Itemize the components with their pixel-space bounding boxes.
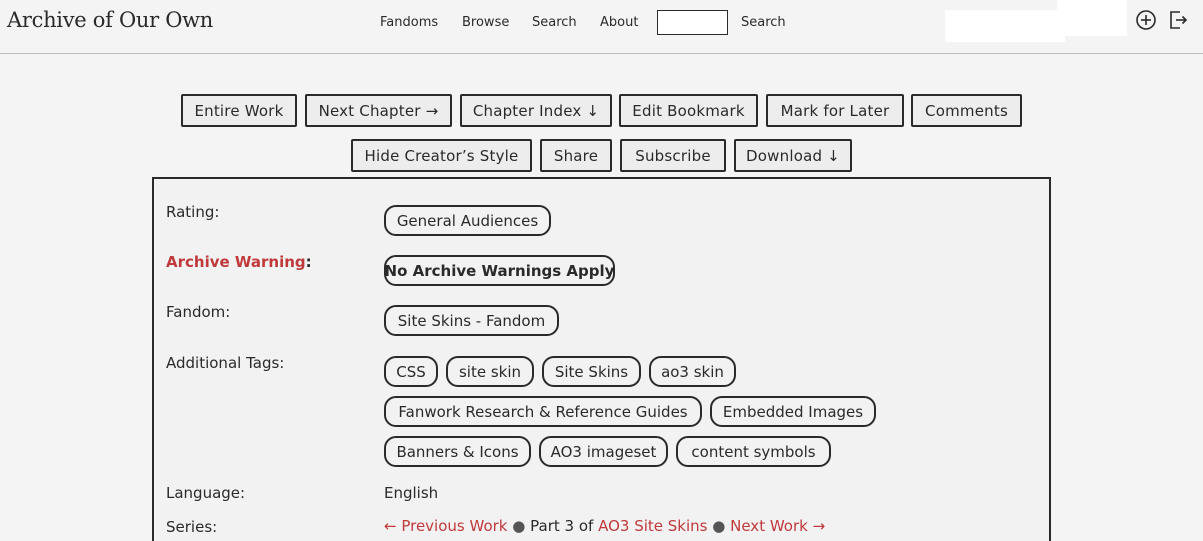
language-value: English [384,484,439,502]
entire-work-button[interactable]: Entire Work [181,94,297,127]
series-separator-2: ● [712,517,726,535]
nav-browse[interactable]: Browse [462,15,509,30]
tag-embedded-images[interactable]: Embedded Images [710,396,876,427]
download-button[interactable]: Download ↓ [734,139,852,172]
chapter-index-button[interactable]: Chapter Index ↓ [460,94,612,127]
archive-warning-label: Archive Warning: [166,253,312,271]
next-work-link[interactable]: Next Work → [730,517,825,535]
site-logo[interactable]: Archive of Our Own [7,8,213,32]
mark-for-later-button[interactable]: Mark for Later [766,94,904,127]
tag-banners-icons[interactable]: Banners & Icons [384,436,531,467]
tag-ao3-imageset[interactable]: AO3 imageset [539,436,668,467]
warning-colon: : [305,253,312,271]
language-label: Language: [166,484,246,502]
hide-creator-style-button[interactable]: Hide Creator’s Style [351,139,532,172]
tag-site-skin[interactable]: site skin [446,356,534,387]
tag-ao3-skin[interactable]: ao3 skin [649,356,736,387]
fandom-tag[interactable]: Site Skins - Fandom [384,305,559,336]
additional-tags-label: Additional Tags: [166,354,285,372]
search-button[interactable]: Search [741,15,786,30]
add-circle-icon[interactable] [1135,9,1157,31]
next-chapter-button[interactable]: Next Chapter → [305,94,452,127]
archive-warning-link[interactable]: Archive Warning [166,253,306,271]
series-navigation: ← Previous Work ● Part 3 of AO3 Site Ski… [384,517,825,535]
series-name-link[interactable]: AO3 Site Skins [598,517,707,535]
archive-warning-tag[interactable]: No Archive Warnings Apply [384,255,615,286]
subscribe-button[interactable]: Subscribe [620,139,726,172]
user-menu-area-2 [1057,0,1127,36]
rating-tag[interactable]: General Audiences [384,205,551,236]
tag-site-skins[interactable]: Site Skins [542,356,641,387]
tag-css[interactable]: CSS [384,356,438,387]
share-button[interactable]: Share [540,139,612,172]
nav-search[interactable]: Search [532,15,577,30]
logout-icon[interactable] [1167,9,1189,31]
tag-fanwork-research[interactable]: Fanwork Research & Reference Guides [384,396,702,427]
nav-fandoms[interactable]: Fandoms [380,15,438,30]
series-label: Series: [166,518,218,536]
fandom-label: Fandom: [166,303,231,321]
series-separator: ● [512,517,526,535]
edit-bookmark-button[interactable]: Edit Bookmark [619,94,758,127]
nav-about[interactable]: About [600,15,638,30]
user-menu-area [945,10,1065,42]
comments-button[interactable]: Comments [911,94,1022,127]
rating-label: Rating: [166,203,220,221]
header-divider [0,53,1203,54]
series-part-text: Part 3 of [530,517,594,535]
site-header: Archive of Our Own Fandoms Browse Search… [0,0,1203,46]
search-input[interactable] [657,10,728,35]
tag-content-symbols[interactable]: content symbols [676,436,831,467]
previous-work-link[interactable]: ← Previous Work [384,517,507,535]
